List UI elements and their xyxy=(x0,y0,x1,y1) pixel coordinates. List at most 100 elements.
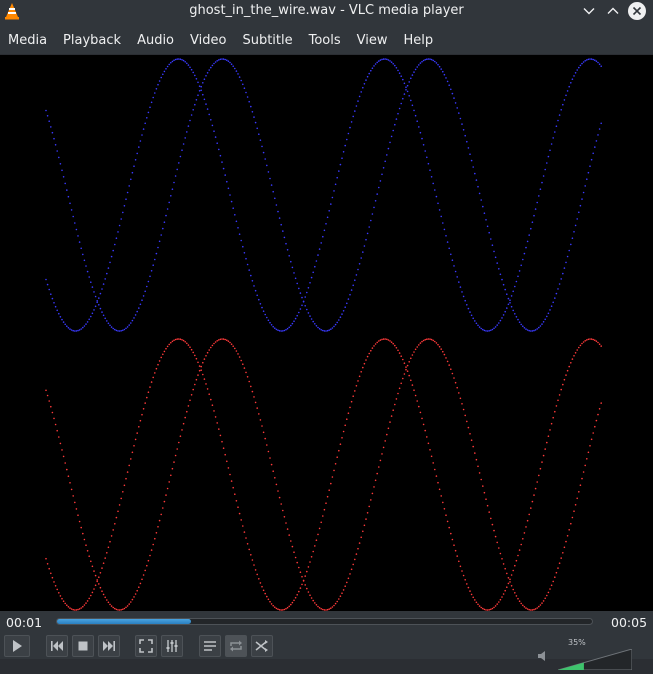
menu-audio[interactable]: Audio xyxy=(129,28,182,54)
waveform-dot xyxy=(410,357,412,360)
close-button[interactable] xyxy=(626,0,648,22)
waveform-dot xyxy=(90,560,92,563)
playlist-button[interactable] xyxy=(199,635,221,657)
waveform-dot xyxy=(80,247,82,250)
waveform-dot xyxy=(312,550,315,553)
waveform-dot xyxy=(438,488,441,491)
waveform-dot xyxy=(418,126,420,128)
waveform-dot xyxy=(578,66,580,69)
waveform-dot xyxy=(93,570,95,572)
waveform-dot xyxy=(498,601,500,603)
waveform-dot xyxy=(158,80,161,82)
waveform-dot xyxy=(62,600,65,602)
speaker-icon[interactable] xyxy=(537,647,549,661)
waveform-dot xyxy=(59,316,62,318)
minimize-button[interactable] xyxy=(578,0,600,22)
waveform-dot xyxy=(514,313,516,315)
waveform-dot xyxy=(213,130,215,132)
waveform-dot xyxy=(221,161,223,163)
waveform-dot xyxy=(419,411,422,414)
previous-button[interactable] xyxy=(46,635,68,657)
menu-media[interactable]: Media xyxy=(0,28,55,54)
waveform-dot xyxy=(186,131,188,133)
total-time[interactable]: 00:05 xyxy=(611,614,647,632)
waveform-dot xyxy=(354,279,356,281)
waveform-dot xyxy=(507,582,510,585)
waveform-dot xyxy=(293,272,295,274)
video-area[interactable] xyxy=(0,55,653,611)
waveform-dot xyxy=(406,370,409,373)
play-button[interactable] xyxy=(4,635,30,657)
waveform-dot xyxy=(299,571,302,573)
waveform-dot xyxy=(582,61,585,63)
waveform-dot xyxy=(520,264,522,267)
waveform-dot xyxy=(566,535,569,537)
waveform-dot xyxy=(238,76,241,78)
waveform-dot xyxy=(325,330,327,332)
menu-tools[interactable]: Tools xyxy=(301,28,349,54)
waveform-dot xyxy=(194,74,196,77)
menu-playback[interactable]: Playback xyxy=(55,28,129,54)
waveform-dot xyxy=(142,295,145,297)
waveform-dot xyxy=(46,283,49,286)
waveform-dot xyxy=(546,162,548,164)
next-button[interactable] xyxy=(98,635,120,657)
waveform-dot xyxy=(510,574,513,576)
waveform-dot xyxy=(504,310,507,313)
loop-button[interactable] xyxy=(225,635,247,657)
waveform-dot xyxy=(522,325,524,328)
waveform-dot xyxy=(330,328,332,331)
waveform-dot xyxy=(101,567,103,569)
waveform-dot xyxy=(189,66,191,69)
waveform-dot xyxy=(520,323,522,326)
waveform-dot xyxy=(269,177,271,180)
waveform-dot xyxy=(82,605,84,608)
seek-slider[interactable] xyxy=(56,618,593,625)
waveform-dot xyxy=(131,319,134,322)
waveform-dot xyxy=(357,547,359,550)
waveform-dot xyxy=(82,532,84,535)
waveform-dot xyxy=(526,240,529,243)
waveform-dot xyxy=(523,327,526,329)
waveform-dot xyxy=(378,340,380,342)
waveform-dot xyxy=(270,463,273,466)
menu-view[interactable]: View xyxy=(349,28,396,54)
waveform-dot xyxy=(579,344,582,347)
waveform-dot xyxy=(528,234,530,236)
waveform-dot xyxy=(266,595,268,598)
waveform-dot xyxy=(506,586,508,588)
waveform-dot xyxy=(578,491,580,493)
waveform-dot xyxy=(99,292,102,295)
waveform-dot xyxy=(560,388,562,391)
volume-slider[interactable] xyxy=(557,648,633,671)
waveform-dot xyxy=(221,440,223,443)
waveform-dot xyxy=(550,422,553,425)
shuffle-button[interactable] xyxy=(251,635,273,657)
waveform-dot xyxy=(246,96,249,98)
waveform-dot xyxy=(416,346,419,348)
waveform-dot xyxy=(274,327,276,330)
waveform-dot xyxy=(114,607,116,610)
waveform-dot xyxy=(448,84,451,86)
waveform-dot xyxy=(186,410,188,413)
waveform-dot xyxy=(182,143,185,145)
waveform-dot xyxy=(517,597,519,600)
waveform-dot xyxy=(365,518,367,520)
waveform-dot xyxy=(339,595,342,597)
waveform-dot xyxy=(266,164,268,167)
waveform-dot xyxy=(230,200,233,203)
maximize-button[interactable] xyxy=(602,0,624,22)
waveform-dot xyxy=(592,58,594,61)
waveform-dot xyxy=(64,602,66,605)
menu-video[interactable]: Video xyxy=(182,28,234,54)
waveform-dot xyxy=(512,569,514,572)
waveform-dot xyxy=(237,227,239,229)
stop-button[interactable] xyxy=(72,635,94,657)
waveform-dot xyxy=(592,152,594,155)
menu-subtitle[interactable]: Subtitle xyxy=(234,28,300,54)
fullscreen-button[interactable] xyxy=(135,635,157,657)
waveform-dot xyxy=(458,560,460,563)
extended-settings-button[interactable] xyxy=(161,635,183,657)
waveform-dot xyxy=(301,304,303,307)
menu-help[interactable]: Help xyxy=(396,28,442,54)
